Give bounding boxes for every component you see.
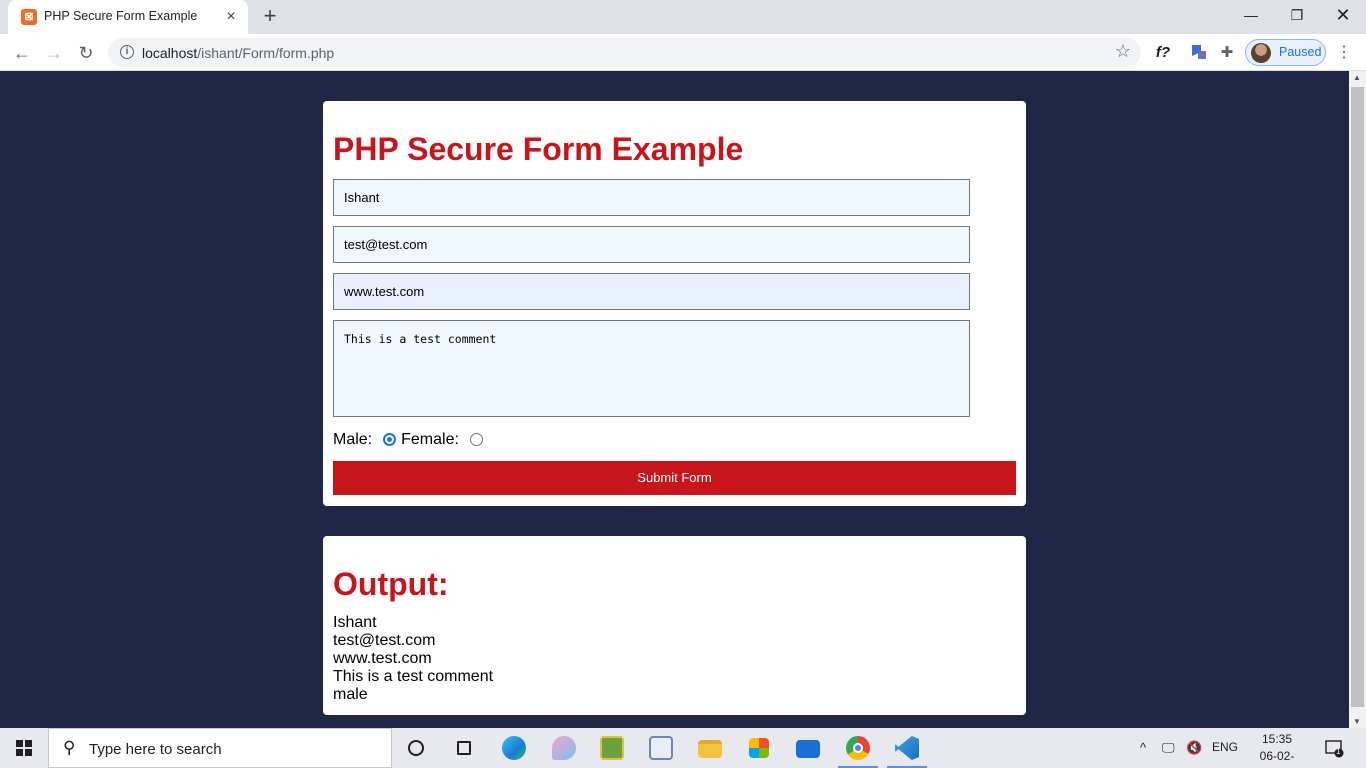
minimize-icon[interactable]: — <box>1228 0 1274 30</box>
notification-count: 1 <box>1336 747 1341 756</box>
browser-tab[interactable]: ⊠ PHP Secure Form Example × <box>8 0 248 34</box>
page-scrollbar[interactable]: ▲ ▼ <box>1349 71 1366 728</box>
edge-icon[interactable] <box>490 728 538 768</box>
output-line: male <box>333 686 368 703</box>
profile-status: Paused <box>1279 45 1322 59</box>
extensions-puzzle-icon[interactable]: ✚ <box>1216 42 1238 64</box>
website-field[interactable]: www.test.com <box>333 273 970 310</box>
mail-icon[interactable] <box>784 728 832 768</box>
scroll-up-icon[interactable]: ▲ <box>1353 73 1361 82</box>
gender-radio-group: Male: Female: <box>333 431 488 449</box>
form-card: PHP Secure Form Example Ishant test@test… <box>323 101 1026 506</box>
close-window-icon[interactable]: ✕ <box>1320 0 1366 30</box>
output-card: Output: Ishant test@test.com www.test.co… <box>323 536 1026 715</box>
windows-logo-icon <box>16 740 32 756</box>
new-tab-icon[interactable]: + <box>258 5 282 29</box>
tab-bar: ⊠ PHP Secure Form Example × + — ❐ ✕ <box>0 0 1366 34</box>
url-text[interactable]: localhost/ishant/Form/form.php <box>142 45 334 61</box>
clock-date: 06-02-2021 <box>1259 749 1295 768</box>
xampp-favicon-icon: ⊠ <box>21 9 37 25</box>
extension-shield-icon[interactable] <box>1187 42 1209 64</box>
address-bar[interactable]: i localhost/ishant/Form/form.php ☆ <box>108 38 1141 67</box>
start-button[interactable] <box>0 728 48 768</box>
close-tab-icon[interactable]: × <box>222 8 240 26</box>
store-icon[interactable] <box>735 728 783 768</box>
tray-chevron-icon[interactable]: ^ <box>1140 740 1146 755</box>
tab-title: PHP Secure Form Example <box>44 9 198 23</box>
name-field[interactable]: Ishant <box>333 179 970 216</box>
submit-button[interactable]: Submit Form <box>333 461 1016 495</box>
system-clock[interactable]: 15:35 06-02-2021 <box>1247 731 1307 768</box>
profile-button[interactable]: Paused <box>1245 39 1326 66</box>
search-icon: ⚲ <box>63 738 76 757</box>
task-view-icon[interactable] <box>440 728 488 768</box>
taskbar-search[interactable]: ⚲ Type here to search <box>48 728 392 768</box>
browser-menu-icon[interactable]: ⋮ <box>1336 42 1352 62</box>
bookmark-star-icon[interactable]: ☆ <box>1115 41 1131 62</box>
output-line: Ishant <box>333 614 377 631</box>
output-line: This is a test comment <box>333 668 494 685</box>
avatar <box>1251 43 1271 63</box>
back-icon[interactable]: ← <box>8 39 36 67</box>
email-field[interactable]: test@test.com <box>333 226 970 263</box>
comment-textarea[interactable]: This is a test comment <box>333 320 970 417</box>
reload-icon[interactable]: ↻ <box>72 39 100 67</box>
scroll-down-icon[interactable]: ▼ <box>1353 717 1361 726</box>
notification-center-icon[interactable]: 1 <box>1324 738 1344 758</box>
page-title: PHP Secure Form Example <box>333 131 744 167</box>
output-line: test@test.com <box>333 632 436 649</box>
paint-icon[interactable] <box>540 728 588 768</box>
taskbar: ⚲ Type here to search ^ 🖵 🔇 ENG 15:35 06… <box>0 728 1366 768</box>
font-extension-icon[interactable]: f? <box>1152 42 1174 64</box>
chrome-icon[interactable] <box>834 728 882 768</box>
url-path: /ishant/Form/form.php <box>197 45 335 61</box>
search-placeholder: Type here to search <box>89 741 222 758</box>
image-viewer-icon[interactable] <box>637 728 685 768</box>
clock-time: 15:35 <box>1261 732 1293 746</box>
scroll-thumb[interactable] <box>1351 87 1364 707</box>
network-icon[interactable]: 🖵 <box>1162 740 1175 756</box>
output-line: www.test.com <box>333 650 432 667</box>
male-label: Male: <box>333 431 373 448</box>
female-radio[interactable] <box>469 432 483 446</box>
browser-toolbar: ← → ↻ i localhost/ishant/Form/form.php ☆… <box>0 34 1366 71</box>
charts-app-icon[interactable] <box>588 728 636 768</box>
url-host: localhost <box>142 45 198 61</box>
male-radio[interactable] <box>383 432 397 446</box>
restore-icon[interactable]: ❐ <box>1274 0 1320 30</box>
site-info-icon[interactable]: i <box>120 45 134 59</box>
volume-muted-icon[interactable]: 🔇 <box>1186 740 1202 756</box>
forward-icon[interactable]: → <box>40 39 68 67</box>
output-title: Output: <box>333 566 449 602</box>
output-list: Ishant test@test.com www.test.com This i… <box>333 614 493 704</box>
vscode-icon[interactable] <box>883 728 931 768</box>
file-explorer-icon[interactable] <box>686 728 734 768</box>
cortana-icon[interactable] <box>392 728 440 768</box>
language-indicator[interactable]: ENG <box>1212 740 1238 754</box>
female-label: Female: <box>401 431 459 448</box>
